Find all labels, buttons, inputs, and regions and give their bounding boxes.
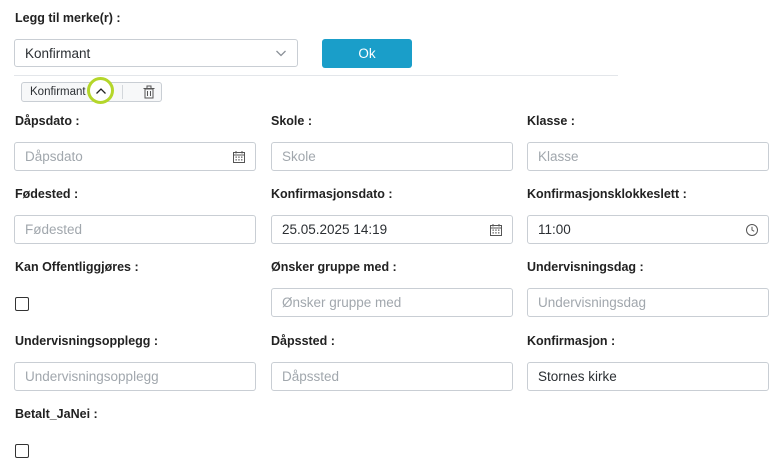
- tag-select[interactable]: Konfirmant: [14, 39, 298, 67]
- klasse-placeholder: Klasse: [538, 149, 579, 164]
- konfirmasjonsdato-input[interactable]: 25.05.2025 14:19: [271, 215, 513, 244]
- tag-select-value: Konfirmant: [25, 45, 91, 61]
- konfirmasjon-label: Konfirmasjon :: [527, 334, 616, 348]
- undervisningsdag-label: Undervisningsdag :: [527, 260, 644, 274]
- undervisningsdag-input[interactable]: Undervisningsdag: [527, 288, 769, 317]
- collapse-tag-button[interactable]: [87, 77, 114, 104]
- undervisningsopplegg-placeholder: Undervisningsopplegg: [25, 369, 159, 384]
- calendar-icon[interactable]: [489, 223, 503, 237]
- fodested-label: Fødested :: [15, 187, 79, 201]
- dapssted-placeholder: Dåpssted: [282, 369, 340, 384]
- konfirmasjonsklokkeslett-label: Konfirmasjonsklokkeslett :: [527, 187, 687, 201]
- konfirmasjonsdato-label: Konfirmasjonsdato :: [271, 187, 393, 201]
- fodested-placeholder: Fødested: [25, 222, 83, 237]
- konfirmasjon-input[interactable]: Stornes kirke: [527, 362, 769, 391]
- trash-icon[interactable]: [142, 85, 156, 99]
- dapsdato-label: Dåpsdato :: [15, 114, 80, 128]
- clock-icon[interactable]: [745, 223, 759, 237]
- dapssted-label: Dåpssted :: [271, 334, 335, 348]
- onsker-gruppe-med-input[interactable]: Ønsker gruppe med: [271, 288, 513, 317]
- tag-separator: [122, 85, 123, 99]
- klasse-input[interactable]: Klasse: [527, 142, 769, 171]
- skole-input[interactable]: Skole: [271, 142, 513, 171]
- klasse-label: Klasse :: [527, 114, 575, 128]
- active-tag-label: Konfirmant: [30, 86, 86, 98]
- onsker-gruppe-med-placeholder: Ønsker gruppe med: [282, 295, 402, 310]
- undervisningsopplegg-label: Undervisningsopplegg :: [15, 334, 159, 348]
- konfirmasjonsdato-value: 25.05.2025 14:19: [282, 222, 388, 237]
- konfirmasjonsklokkeslett-input[interactable]: 11:00: [527, 215, 769, 244]
- chevron-up-icon: [95, 87, 106, 94]
- skole-label: Skole :: [271, 114, 312, 128]
- betalt-janei-label: Betalt_JaNei :: [15, 407, 98, 421]
- dapssted-input[interactable]: Dåpssted: [271, 362, 513, 391]
- fodested-input[interactable]: Fødested: [14, 215, 256, 244]
- kan-offentliggjores-checkbox[interactable]: [15, 297, 29, 311]
- calendar-icon[interactable]: [232, 150, 246, 164]
- konfirmasjonsklokkeslett-value: 11:00: [538, 222, 571, 237]
- skole-placeholder: Skole: [282, 149, 316, 164]
- divider: [14, 75, 618, 76]
- betalt-janei-checkbox[interactable]: [15, 444, 29, 458]
- dapsdato-placeholder: Dåpsdato: [25, 149, 83, 164]
- kan-offentliggjores-label: Kan Offentliggjøres :: [15, 260, 139, 274]
- onsker-gruppe-med-label: Ønsker gruppe med :: [271, 260, 397, 274]
- chevron-down-icon: [276, 50, 286, 57]
- dapsdato-input[interactable]: Dåpsdato: [14, 142, 256, 171]
- ok-button[interactable]: Ok: [322, 39, 412, 68]
- konfirmasjon-value: Stornes kirke: [538, 369, 617, 384]
- undervisningsdag-placeholder: Undervisningsdag: [538, 295, 647, 310]
- undervisningsopplegg-input[interactable]: Undervisningsopplegg: [14, 362, 256, 391]
- add-tags-label: Legg til merke(r) :: [15, 11, 121, 25]
